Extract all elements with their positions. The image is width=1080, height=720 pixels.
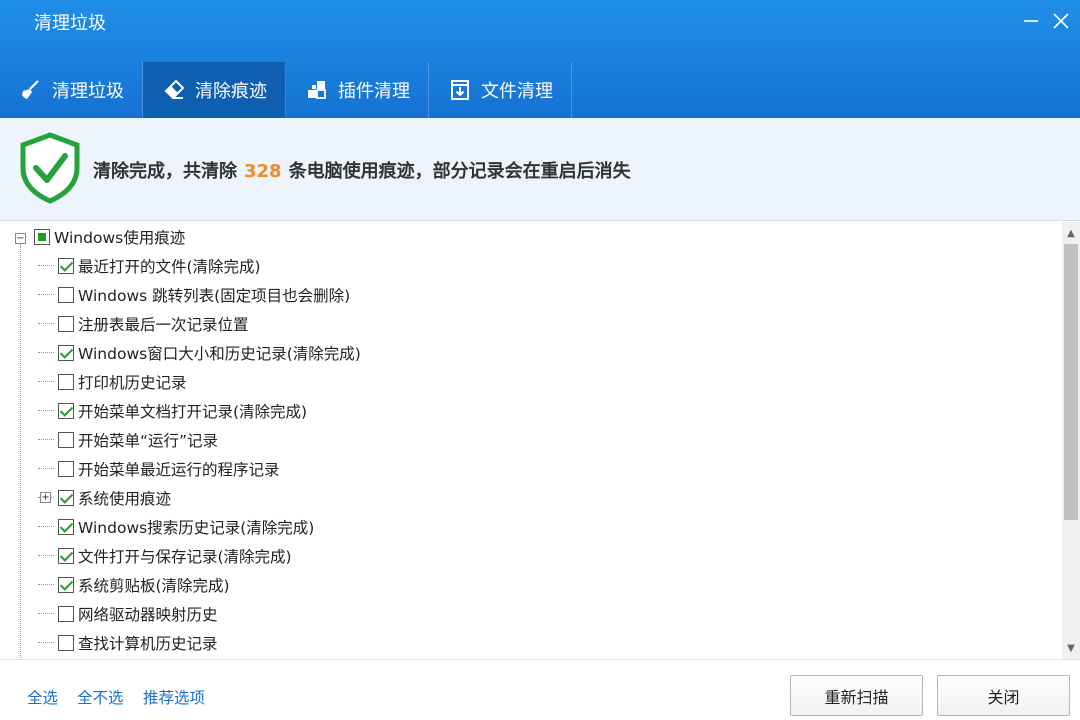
tab-label: 插件清理 — [338, 81, 410, 102]
broom-icon — [18, 77, 44, 103]
tab-bar: 清理垃圾 清除痕迹 插件清理 文件清理 — [0, 62, 572, 118]
tree-connector — [38, 294, 54, 295]
item-label: 文件打开与保存记录(清除完成) — [78, 547, 292, 566]
item-label: Windows 跳转列表(固定项目也会删除) — [78, 286, 351, 305]
scroll-down-icon[interactable]: ▼ — [1062, 639, 1080, 657]
root-checkbox[interactable] — [34, 228, 50, 245]
tab-plugin-clean[interactable]: 插件清理 — [286, 62, 429, 118]
tree-connector — [38, 468, 54, 469]
item-label: 打印机历史记录 — [78, 373, 187, 392]
close-icon — [1053, 13, 1069, 29]
item-label: 开始菜单文档打开记录(清除完成) — [78, 402, 308, 421]
item-label: 最近打开的文件(清除完成) — [78, 257, 261, 276]
tree-item[interactable]: 文件打开与保存记录(清除完成) — [38, 541, 292, 570]
tree-connector — [38, 352, 54, 353]
tree-item[interactable]: Windows 跳转列表(固定项目也会删除) — [38, 280, 351, 309]
tree-item[interactable]: 注册表最后一次记录位置 — [38, 309, 249, 338]
item-checkbox[interactable] — [58, 634, 74, 651]
tree-item[interactable]: Windows搜索历史记录(清除完成) — [38, 512, 315, 541]
collapse-toggle[interactable]: − — [15, 233, 26, 244]
tree-item[interactable]: 开始菜单最近运行的程序记录 — [38, 454, 280, 483]
item-checkbox[interactable] — [58, 576, 74, 593]
item-label: 网络驱动器映射历史 — [78, 605, 218, 624]
item-checkbox[interactable] — [58, 286, 74, 303]
tree-connector — [38, 526, 54, 527]
status-panel: 清除完成，共清除 328 条电脑使用痕迹，部分记录会在重启后消失 — [0, 118, 1080, 221]
tab-file-clean[interactable]: 文件清理 — [429, 62, 572, 118]
item-checkbox[interactable] — [58, 431, 74, 448]
tree-item[interactable]: Windows窗口大小和历史记录(清除完成) — [38, 338, 361, 367]
item-checkbox[interactable] — [58, 605, 74, 622]
item-checkbox[interactable] — [58, 257, 74, 274]
status-suffix: 条电脑使用痕迹，部分记录会在重启后消失 — [288, 161, 631, 182]
tree-item[interactable]: 打印机历史记录 — [38, 367, 187, 396]
shield-check-icon — [20, 132, 80, 204]
tab-clean-junk[interactable]: 清理垃圾 — [0, 62, 143, 118]
item-checkbox[interactable] — [58, 373, 74, 390]
vertical-scrollbar[interactable]: ▲ ▼ — [1062, 222, 1080, 659]
tree-connector — [38, 323, 54, 324]
tab-label: 清除痕迹 — [195, 81, 267, 102]
plugin-icon — [304, 77, 330, 103]
status-prefix: 清除完成，共清除 — [93, 161, 237, 182]
cleared-count: 328 — [244, 161, 282, 182]
recommended-link[interactable]: 推荐选项 — [143, 686, 205, 708]
tree-connector — [38, 439, 54, 440]
title-bar: 清理垃圾 清理垃圾 清除痕迹 插件清理 文件清理 — [0, 0, 1080, 118]
tree-connector — [38, 642, 54, 643]
footer-bar: 全选 全不选 推荐选项 重新扫描 关闭 — [0, 659, 1080, 720]
tree-connector — [38, 555, 54, 556]
eraser-icon — [161, 77, 187, 103]
close-window-button[interactable] — [1048, 8, 1074, 34]
tree-item[interactable]: 最近打开的文件(清除完成) — [38, 251, 261, 280]
item-checkbox[interactable] — [58, 489, 74, 506]
tree-connector — [38, 410, 54, 411]
trace-tree: − Windows使用痕迹 最近打开的文件(清除完成) Windows 跳转列表(… — [0, 222, 1062, 659]
tree-item[interactable]: 查找计算机历史记录 — [38, 628, 218, 657]
tree-item[interactable]: 系统使用痕迹 — [38, 483, 172, 512]
select-all-link[interactable]: 全选 — [27, 686, 58, 708]
select-none-link[interactable]: 全不选 — [77, 686, 124, 708]
minimize-button[interactable] — [1018, 8, 1044, 34]
tree-guide-line — [20, 244, 21, 659]
item-label: Windows窗口大小和历史记录(清除完成) — [78, 344, 361, 363]
item-label: 开始菜单最近运行的程序记录 — [78, 460, 280, 479]
item-label: 系统剪贴板(清除完成) — [78, 576, 230, 595]
tab-label: 清理垃圾 — [52, 81, 124, 102]
item-checkbox[interactable] — [58, 460, 74, 477]
close-button[interactable]: 关闭 — [937, 675, 1070, 716]
root-label: Windows使用痕迹 — [54, 228, 186, 247]
rescan-button[interactable]: 重新扫描 — [790, 675, 923, 716]
item-checkbox[interactable] — [58, 518, 74, 535]
expand-toggle[interactable]: + — [40, 492, 51, 503]
item-checkbox[interactable] — [58, 547, 74, 564]
tree-item[interactable]: 开始菜单文档打开记录(清除完成) — [38, 396, 308, 425]
tree-item[interactable]: 系统剪贴板(清除完成) — [38, 570, 230, 599]
item-checkbox[interactable] — [58, 344, 74, 361]
window-title: 清理垃圾 — [34, 13, 106, 34]
tree-item[interactable]: 开始菜单“运行”记录 — [38, 425, 219, 454]
item-label: 注册表最后一次记录位置 — [78, 315, 249, 334]
tree-connector — [38, 381, 54, 382]
item-checkbox[interactable] — [58, 315, 74, 332]
tree-root[interactable]: Windows使用痕迹 — [34, 222, 185, 251]
item-label: 系统使用痕迹 — [78, 489, 172, 508]
tab-clear-traces[interactable]: 清除痕迹 — [143, 62, 286, 118]
tree-connector — [38, 265, 54, 266]
item-label: Windows搜索历史记录(清除完成) — [78, 518, 315, 537]
file-download-icon — [447, 77, 473, 103]
scrollbar-thumb[interactable] — [1064, 244, 1078, 520]
minimize-icon — [1024, 20, 1038, 22]
tree-item[interactable]: 网络驱动器映射历史 — [38, 599, 218, 628]
item-checkbox[interactable] — [58, 402, 74, 419]
item-label: 查找计算机历史记录 — [78, 634, 218, 653]
item-label: 开始菜单“运行”记录 — [78, 431, 219, 450]
status-message: 清除完成，共清除 328 条电脑使用痕迹，部分记录会在重启后消失 — [93, 157, 631, 183]
tree-connector — [38, 613, 54, 614]
tab-label: 文件清理 — [481, 81, 553, 102]
tree-connector — [38, 584, 54, 585]
scroll-up-icon[interactable]: ▲ — [1062, 224, 1080, 242]
